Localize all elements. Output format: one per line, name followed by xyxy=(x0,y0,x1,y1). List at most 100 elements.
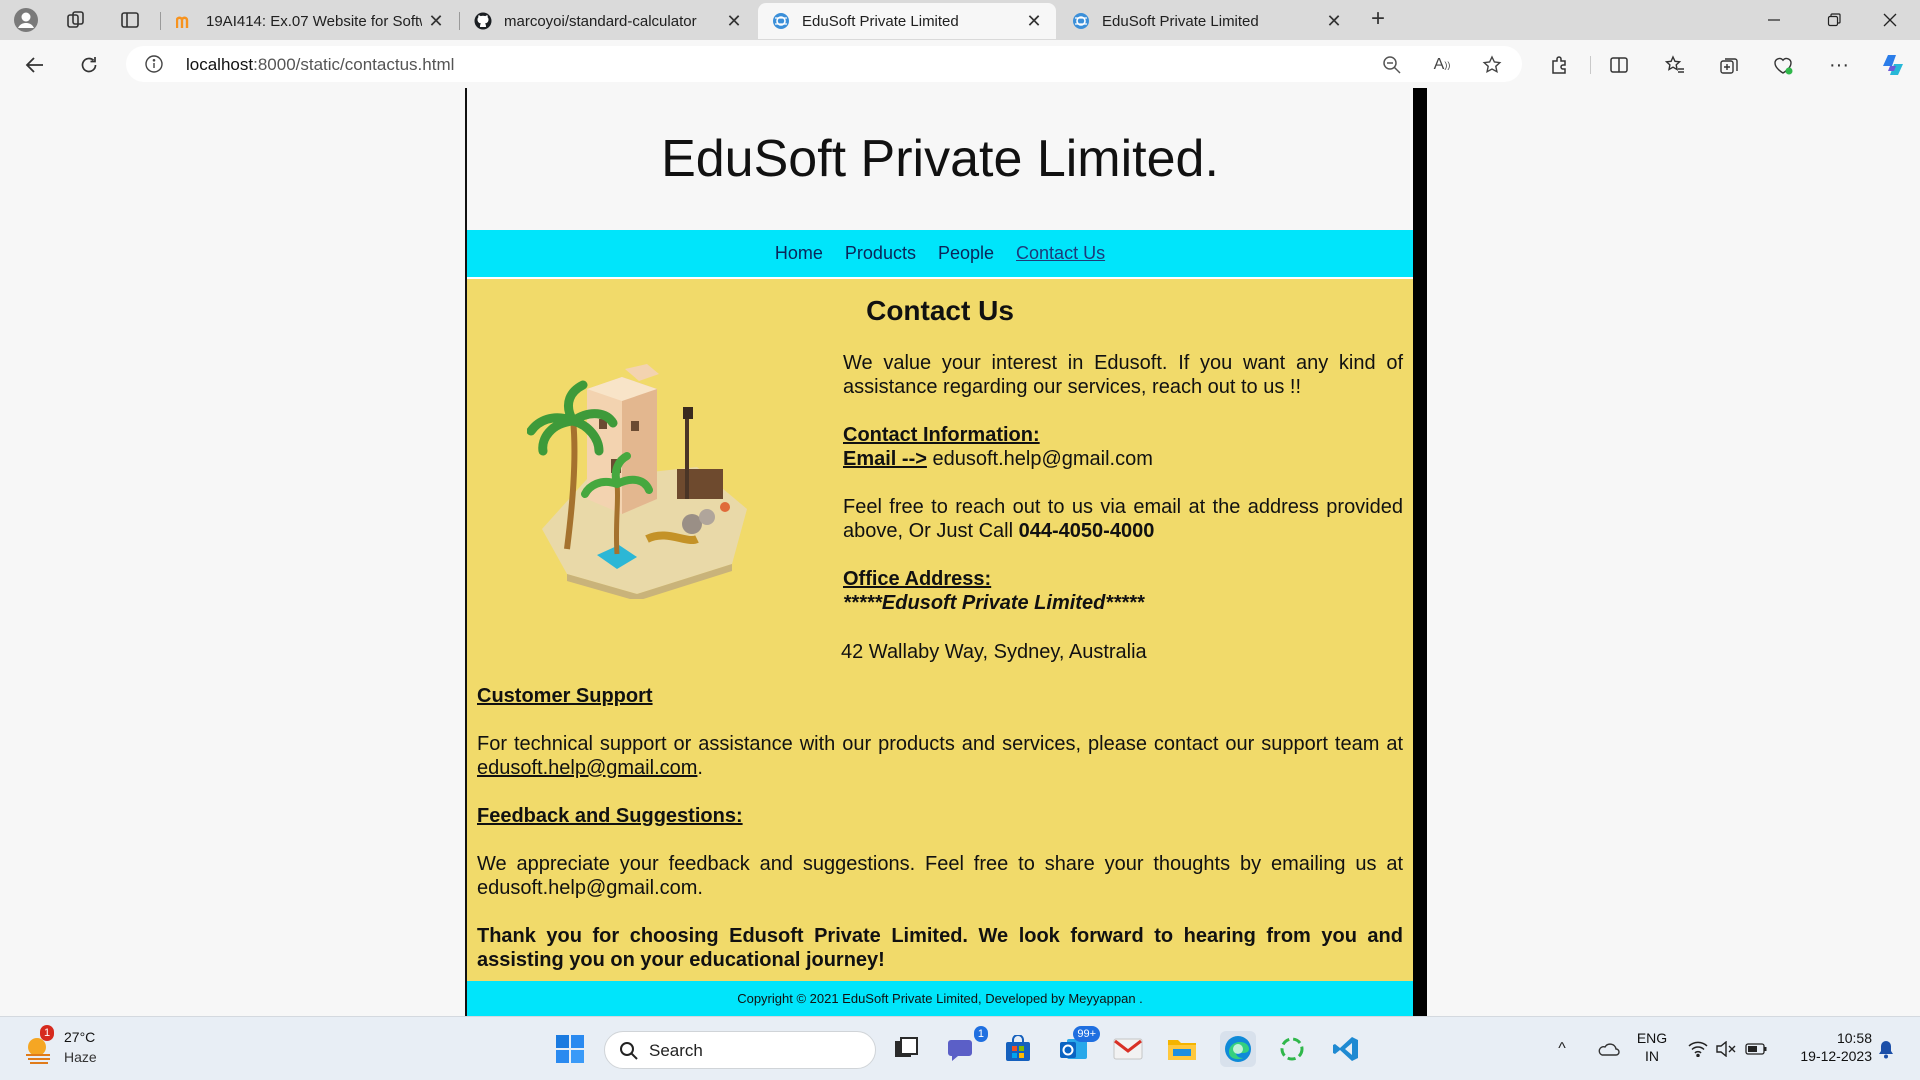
feedback-heading: Feedback and Suggestions: xyxy=(477,805,743,827)
email-label: Email --> xyxy=(843,448,927,470)
contact-content: Contact Us We value your interest in Edu… xyxy=(467,277,1413,989)
refresh-button[interactable] xyxy=(74,50,104,80)
more-options-icon[interactable]: ··· xyxy=(1824,50,1854,80)
office-address-label: Office Address: xyxy=(843,568,992,590)
moodle-icon xyxy=(176,12,194,30)
profile-icon[interactable] xyxy=(12,6,40,34)
taskbar-search[interactable]: Search xyxy=(604,1031,876,1069)
call-text-block: Feel free to reach out to us via email a… xyxy=(843,495,1403,543)
region-label: IN xyxy=(1645,1048,1659,1064)
back-button[interactable] xyxy=(20,50,50,80)
microsoft-store-icon[interactable] xyxy=(1000,1031,1036,1067)
close-window-button[interactable] xyxy=(1862,0,1918,40)
office-address-block: Office Address: *****Edusoft Private Lim… xyxy=(843,567,1403,615)
browser-tab-strip: 19AI414: Ex.07 Website for Softw ✕ marco… xyxy=(0,0,1920,40)
close-tab-icon[interactable]: ✕ xyxy=(720,11,748,32)
weather-condition: Haze xyxy=(64,1049,97,1065)
zoom-icon[interactable] xyxy=(1380,53,1404,77)
tab-moodle[interactable]: 19AI414: Ex.07 Website for Softw ✕ xyxy=(162,3,458,39)
collections-icon[interactable] xyxy=(1714,50,1744,80)
clock-date: 19-12-2023 xyxy=(1800,1048,1872,1064)
site-footer: Copyright © 2021 EduSoft Private Limited… xyxy=(467,981,1413,1016)
support-section: Customer Support For technical support o… xyxy=(477,684,1403,996)
edge-browser-icon[interactable] xyxy=(1220,1031,1256,1067)
url-text[interactable]: localhost:8000/static/contactus.html xyxy=(186,55,454,75)
support-email-link[interactable]: edusoft.help@gmail.com xyxy=(477,757,697,779)
new-tab-button[interactable]: + xyxy=(1364,6,1392,34)
copilot-icon[interactable] xyxy=(1878,50,1908,80)
teams-badge: 1 xyxy=(973,1026,988,1042)
tab-edusoft-active[interactable]: EduSoft Private Limited ✕ xyxy=(758,3,1056,39)
weather-badge: 1 xyxy=(40,1025,55,1041)
support-text: For technical support or assistance with… xyxy=(477,733,1403,755)
file-explorer-icon[interactable] xyxy=(1164,1031,1200,1067)
company-name: *****Edusoft Private Limited***** xyxy=(843,592,1145,614)
clock-time: 10:58 xyxy=(1836,1030,1872,1046)
url-path: :8000/static/contactus.html xyxy=(253,55,455,74)
loading-app-icon[interactable] xyxy=(1274,1031,1310,1067)
task-view-icon[interactable] xyxy=(888,1031,924,1067)
nav-people[interactable]: People xyxy=(938,243,994,264)
extensions-icon[interactable] xyxy=(1544,50,1574,80)
tab-actions-icon[interactable] xyxy=(116,6,144,34)
minimize-button[interactable] xyxy=(1746,0,1802,40)
tab-edusoft[interactable]: EduSoft Private Limited ✕ xyxy=(1058,3,1356,39)
onedrive-icon[interactable] xyxy=(1590,1031,1626,1067)
tab-separator xyxy=(160,12,161,30)
tab-title: marcoyoi/standard-calculator xyxy=(504,12,697,30)
favorites-icon[interactable] xyxy=(1660,50,1690,80)
thank-you-text: Thank you for choosing Edusoft Private L… xyxy=(477,925,1403,971)
nav-contact-us[interactable]: Contact Us xyxy=(1016,243,1105,264)
close-tab-icon[interactable]: ✕ xyxy=(1320,11,1348,32)
support-end: . xyxy=(697,757,703,779)
weather-temp: 27°C xyxy=(64,1029,96,1045)
address-bar[interactable]: localhost:8000/static/contactus.html A)) xyxy=(126,46,1522,82)
page-heading: Contact Us xyxy=(866,295,1014,326)
customer-support-heading: Customer Support xyxy=(477,685,653,707)
windows-taskbar: 1 27°C Haze Search 1 99+ ^ ENG IN 10:58 … xyxy=(0,1016,1920,1080)
split-screen-icon[interactable] xyxy=(1604,50,1634,80)
close-tab-icon[interactable]: ✕ xyxy=(422,11,450,32)
teams-chat-icon[interactable]: 1 xyxy=(944,1026,988,1067)
nav-products[interactable]: Products xyxy=(845,243,916,264)
show-hidden-icons[interactable]: ^ xyxy=(1544,1031,1580,1067)
site-header: EduSoft Private Limited. xyxy=(467,88,1413,230)
site-info-icon[interactable] xyxy=(144,54,164,74)
close-tab-icon[interactable]: ✕ xyxy=(1020,11,1048,32)
read-aloud-icon[interactable]: A)) xyxy=(1430,53,1454,77)
browser-toolbar: localhost:8000/static/contactus.html A))… xyxy=(0,40,1920,88)
main-nav: Home Products People Contact Us xyxy=(467,230,1413,277)
email-value: edusoft.help@gmail.com xyxy=(932,448,1153,470)
search-icon xyxy=(620,1042,638,1060)
github-icon xyxy=(474,12,492,30)
page-container: EduSoft Private Limited. Home Products P… xyxy=(465,88,1427,1016)
language-indicator[interactable]: ENG IN xyxy=(1632,1029,1672,1065)
phone-number: 044-4050-4000 xyxy=(1018,520,1155,542)
page-viewport: EduSoft Private Limited. Home Products P… xyxy=(4,88,1916,1016)
contact-info-label: Contact Information: xyxy=(843,424,1040,446)
tab-title: 19AI414: Ex.07 Website for Softw xyxy=(206,12,422,30)
vscode-icon[interactable] xyxy=(1328,1031,1364,1067)
weather-widget[interactable]: 1 27°C Haze xyxy=(22,1025,142,1071)
intro-text: We value your interest in Edusoft. If yo… xyxy=(843,352,1403,398)
tab-title: EduSoft Private Limited xyxy=(802,12,959,30)
globe-icon xyxy=(1072,12,1090,30)
favorite-star-icon[interactable] xyxy=(1480,53,1504,77)
notification-bell-icon[interactable] xyxy=(1868,1031,1904,1067)
clock[interactable]: 10:58 19-12-2023 xyxy=(1782,1029,1872,1065)
globe-icon xyxy=(772,12,790,30)
office-address: 42 Wallaby Way, Sydney, Australia xyxy=(841,641,1147,663)
start-button[interactable] xyxy=(552,1031,588,1067)
browser-essentials-icon[interactable] xyxy=(1768,50,1798,80)
tab-github[interactable]: marcoyoi/standard-calculator ✕ xyxy=(460,3,756,39)
tab-title: EduSoft Private Limited xyxy=(1102,12,1259,30)
lang-label: ENG xyxy=(1636,1030,1668,1046)
mail-badge: 99+ xyxy=(1073,1026,1100,1042)
workspaces-icon[interactable] xyxy=(62,6,90,34)
gmail-icon[interactable] xyxy=(1110,1031,1146,1067)
site-title: EduSoft Private Limited. xyxy=(661,130,1219,188)
battery-icon[interactable] xyxy=(1738,1031,1774,1067)
restore-button[interactable] xyxy=(1806,0,1862,40)
nav-home[interactable]: Home xyxy=(775,243,823,264)
outlook-icon[interactable]: 99+ xyxy=(1056,1026,1100,1067)
